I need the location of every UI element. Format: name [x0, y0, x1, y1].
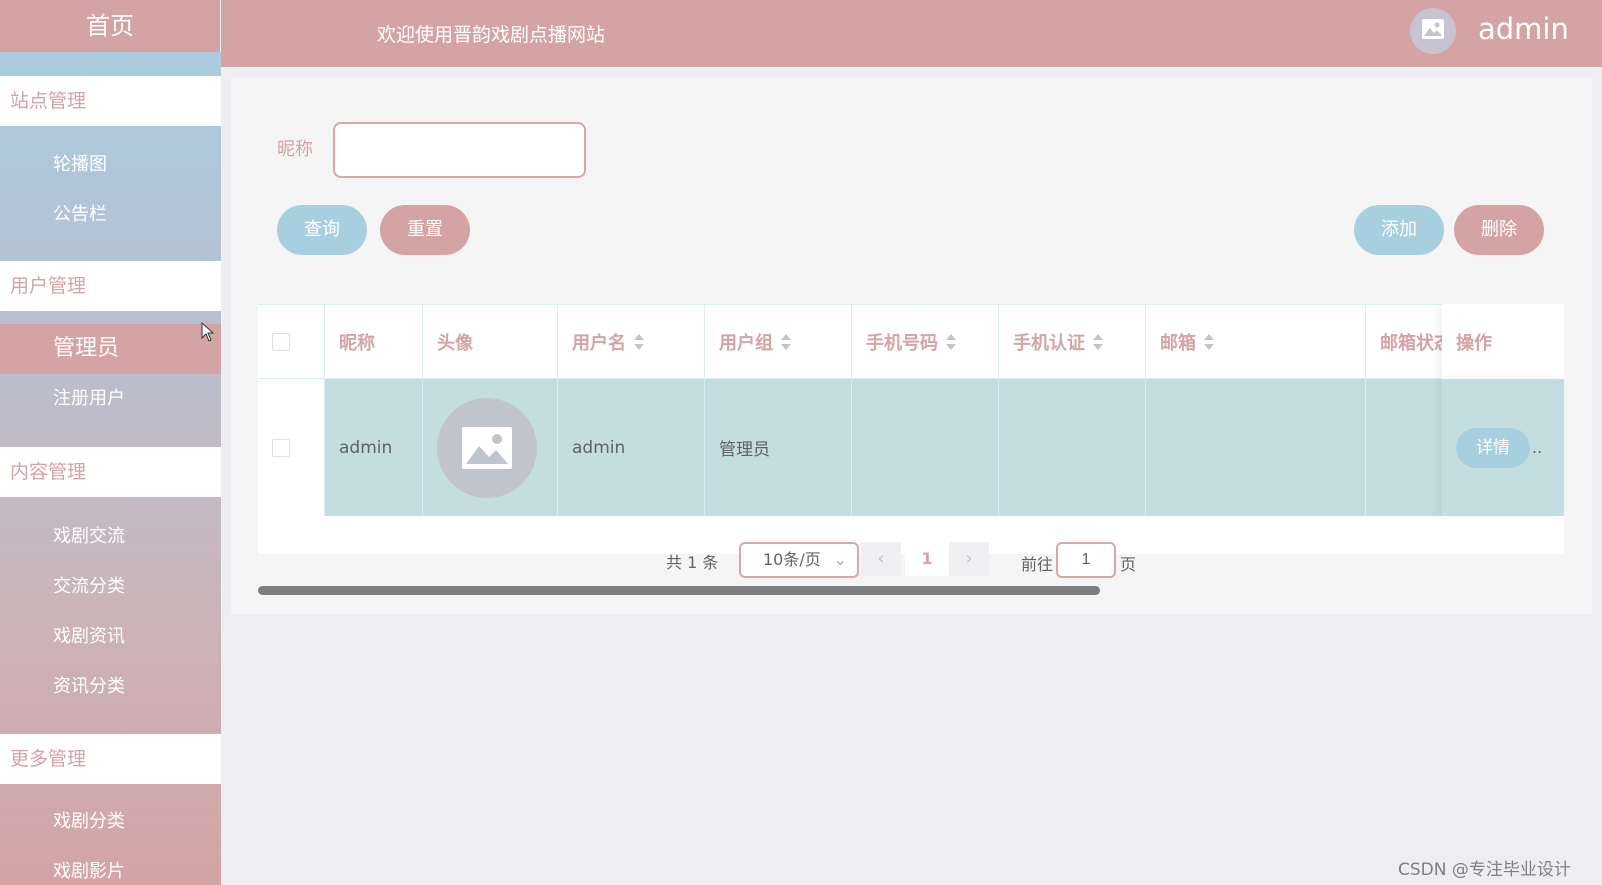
sort-icon[interactable]	[946, 333, 956, 350]
col-actions-label: 操作	[1456, 332, 1492, 354]
row-checkbox[interactable]	[272, 438, 290, 457]
col-phone-verified-label: 手机认证	[1013, 332, 1085, 354]
table-row[interactable]: admin admin 管理员	[258, 379, 1564, 516]
next-page-button[interactable]: ›	[949, 542, 989, 576]
sidebar-group-site[interactable]: 站点管理	[0, 76, 221, 126]
col-group[interactable]: 用户组	[705, 305, 852, 378]
goto-page-input[interactable]	[1056, 542, 1116, 578]
sort-icon[interactable]	[1093, 333, 1103, 350]
reset-button[interactable]: 重置	[380, 205, 470, 255]
image-icon	[1421, 18, 1445, 44]
more-dots: ..	[1532, 438, 1543, 457]
cell-actions: 详情 ..	[1442, 379, 1564, 516]
main-panel: 昵称 查询 重置 添加 删除 昵称 头像 用户名 用户组 手机号码 手机认证 邮…	[231, 77, 1592, 614]
sidebar-item-notice[interactable]: 公告栏	[0, 190, 221, 240]
table-header: 昵称 头像 用户名 用户组 手机号码 手机认证 邮箱 邮箱状态	[258, 304, 1564, 379]
cell-phone-verified	[999, 379, 1146, 516]
col-phone-label: 手机号码	[866, 332, 938, 354]
header-username[interactable]: admin	[1478, 12, 1569, 46]
prev-page-button[interactable]: ‹	[861, 542, 901, 576]
sidebar-home[interactable]: 首页	[0, 0, 221, 52]
col-avatar: 头像	[423, 305, 558, 378]
cell-nickname: admin	[325, 379, 423, 516]
select-all-checkbox[interactable]	[272, 332, 290, 351]
cell-group: 管理员	[705, 379, 852, 516]
user-table: 昵称 头像 用户名 用户组 手机号码 手机认证 邮箱 邮箱状态 admin ad…	[258, 304, 1564, 554]
sidebar-item-drama-news[interactable]: 戏剧资讯	[0, 612, 221, 662]
query-button[interactable]: 查询	[277, 205, 367, 255]
col-email[interactable]: 邮箱	[1146, 305, 1366, 378]
page-size-select[interactable]: 10条/页 ⌄	[739, 542, 859, 578]
cell-phone	[852, 379, 999, 516]
mouse-cursor-icon	[201, 321, 215, 346]
sidebar-group-more[interactable]: 更多管理	[0, 734, 221, 784]
watermark: CSDN @专注毕业设计	[1398, 860, 1571, 880]
sidebar-item-admin[interactable]: 管理员	[0, 324, 221, 374]
col-email-label: 邮箱	[1160, 332, 1196, 354]
avatar[interactable]	[1410, 8, 1456, 54]
cell-avatar	[423, 379, 558, 516]
col-phone-verified[interactable]: 手机认证	[999, 305, 1146, 378]
top-header: 欢迎使用晋韵戏剧点播网站 admin	[221, 0, 1602, 67]
col-nickname-label: 昵称	[339, 332, 375, 354]
goto-label: 前往	[1021, 555, 1054, 574]
sort-icon[interactable]	[781, 333, 791, 350]
pagination-total: 共 1 条	[666, 553, 719, 572]
header-title: 欢迎使用晋韵戏剧点播网站	[377, 24, 606, 46]
sidebar-item-drama-film[interactable]: 戏剧影片	[0, 847, 221, 885]
add-button[interactable]: 添加	[1354, 205, 1444, 255]
image-icon	[437, 397, 537, 498]
delete-button[interactable]: 删除	[1454, 205, 1544, 255]
sidebar-group-content[interactable]: 内容管理	[0, 447, 221, 497]
page-unit-label: 页	[1120, 555, 1137, 574]
col-username-label: 用户名	[572, 332, 626, 354]
sort-icon[interactable]	[1204, 333, 1214, 350]
nickname-label: 昵称	[277, 139, 313, 160]
sidebar-item-registered-users[interactable]: 注册用户	[0, 374, 221, 424]
col-group-label: 用户组	[719, 332, 773, 354]
col-nickname: 昵称	[325, 305, 423, 378]
sidebar-item-carousel[interactable]: 轮播图	[0, 140, 221, 190]
nickname-search-input[interactable]	[333, 122, 586, 178]
sidebar: 首页 站点管理 轮播图 公告栏 用户管理 管理员 注册用户 内容管理 戏剧交流 …	[0, 0, 221, 885]
col-phone[interactable]: 手机号码	[852, 305, 999, 378]
cell-username: admin	[558, 379, 705, 516]
col-username[interactable]: 用户名	[558, 305, 705, 378]
sidebar-item-exchange-category[interactable]: 交流分类	[0, 562, 221, 612]
chevron-down-icon: ⌄	[833, 550, 847, 569]
row-select-cell	[258, 379, 325, 516]
cell-email	[1146, 379, 1366, 516]
col-actions: 操作	[1442, 304, 1564, 379]
table-horizontal-scrollbar[interactable]	[258, 586, 1100, 595]
detail-button[interactable]: 详情	[1456, 427, 1530, 468]
col-avatar-label: 头像	[437, 332, 473, 354]
sidebar-group-users[interactable]: 用户管理	[0, 261, 221, 311]
page-size-value: 10条/页	[763, 550, 821, 569]
select-all-cell	[258, 305, 325, 378]
sidebar-item-drama-category[interactable]: 戏剧分类	[0, 797, 221, 847]
sort-icon[interactable]	[634, 333, 644, 350]
current-page[interactable]: 1	[905, 542, 949, 576]
sidebar-item-news-category[interactable]: 资讯分类	[0, 662, 221, 712]
sidebar-item-drama-exchange[interactable]: 戏剧交流	[0, 512, 221, 562]
